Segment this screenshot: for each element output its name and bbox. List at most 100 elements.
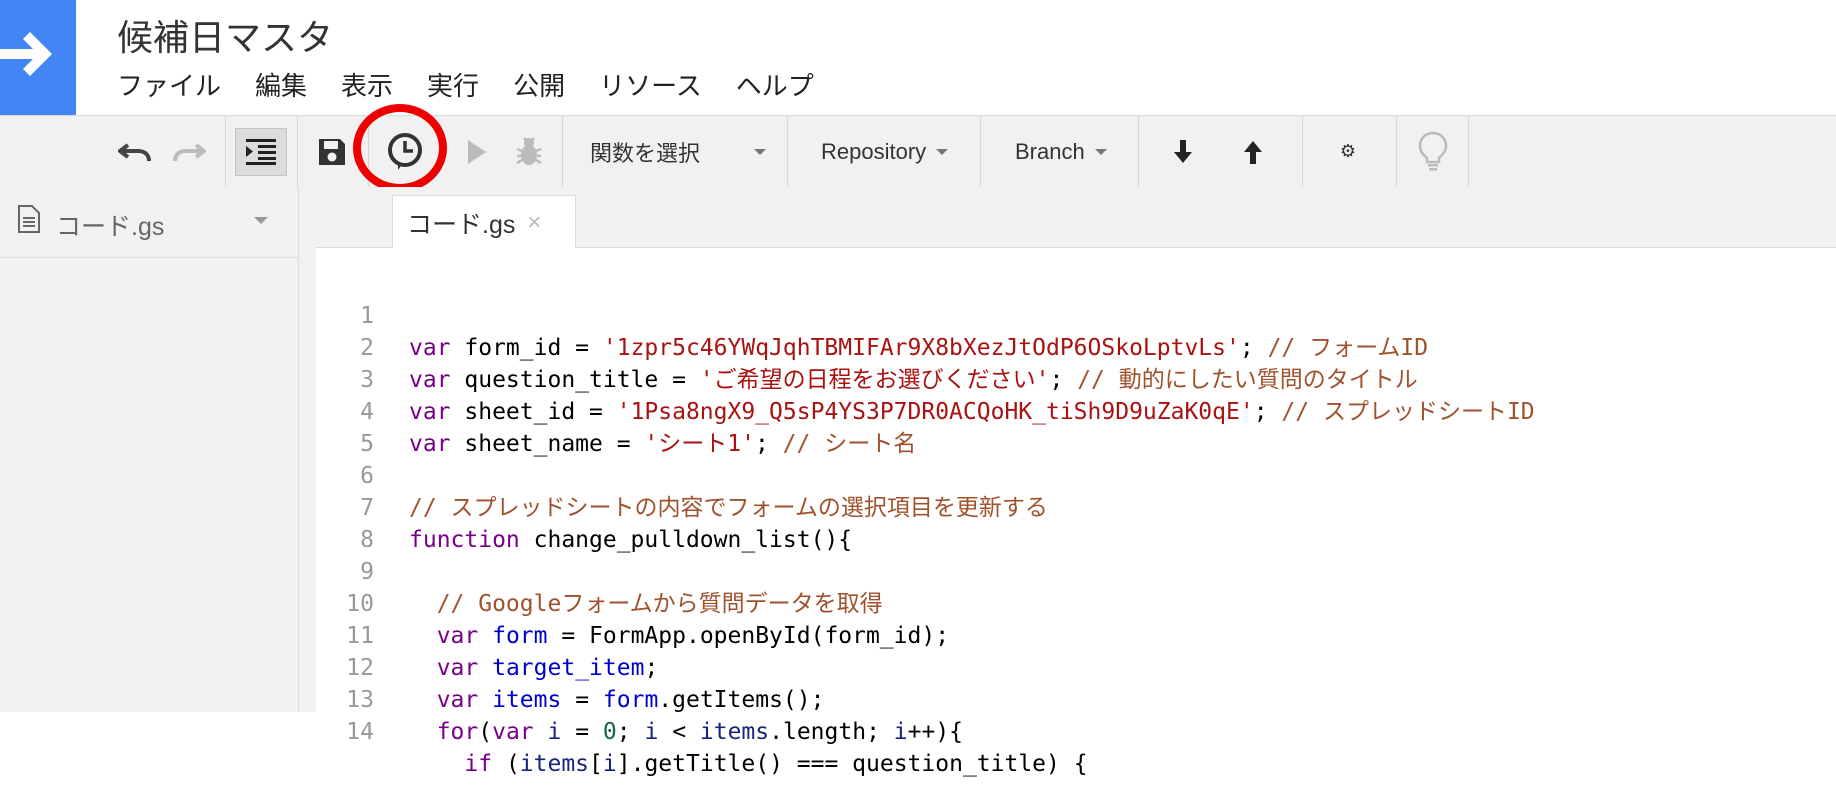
redo-button[interactable]: [164, 116, 214, 187]
branch-label: Branch: [1015, 138, 1085, 164]
code-line: 3 var sheet_id = '1Psa8ngX9_Q5sP4YS3P7DR…: [316, 332, 1836, 425]
number-literal: 0: [602, 719, 617, 745]
toolbar-separator: [225, 116, 226, 187]
settings-button[interactable]: ⚙: [1328, 116, 1368, 187]
variable: i: [893, 719, 908, 745]
redo-icon: [173, 142, 206, 161]
file-sidebar: コード.gs: [0, 187, 299, 712]
save-button[interactable]: [306, 116, 358, 187]
code-line: 11 var target_item;: [316, 588, 1836, 681]
code-editor[interactable]: 1 var form_id = '1zpr5c46YWqJqhTBMIFAr9X…: [316, 248, 1836, 777]
code-line: 14 if (items[i].getTitle() === question_…: [316, 684, 1836, 777]
code-line: 12 var items = form.getItems();: [316, 620, 1836, 713]
undo-button[interactable]: [110, 116, 160, 187]
menu-file[interactable]: ファイル: [117, 66, 221, 106]
code-token: ;: [616, 719, 645, 745]
bug-icon: [516, 136, 542, 165]
code-line: 8: [316, 492, 1836, 553]
debug-button[interactable]: [506, 116, 552, 187]
branch-dropdown[interactable]: Branch: [1015, 116, 1107, 187]
code-line: 9 // Googleフォームから質問データを取得: [316, 524, 1836, 617]
function-select-label: 関数を選択: [590, 140, 701, 166]
menu-edit[interactable]: 編集: [255, 66, 307, 106]
code-token: ].getTitle() === question_title) {: [616, 751, 1088, 777]
line-number: 14: [346, 719, 374, 745]
variable: items: [519, 751, 590, 777]
variable: i: [602, 751, 617, 777]
menu-bar: ファイル 編集 表示 実行 公開 リソース ヘルプ: [117, 66, 848, 106]
push-button[interactable]: [1235, 116, 1271, 187]
arrow-up-icon: [1244, 140, 1262, 164]
tab-code-gs[interactable]: コード.gs ×: [392, 195, 576, 249]
menu-publish[interactable]: 公開: [513, 66, 565, 106]
chevron-down-icon: [936, 148, 949, 155]
toolbar-separator: [562, 116, 563, 187]
code-token: =: [561, 719, 603, 745]
code-line: 6 // スプレッドシートの内容でフォームの選択項目を更新する: [316, 428, 1836, 521]
indent-toggle-pressed: [235, 127, 287, 176]
code-text: for(var i = 0; i < items.length; i++){: [409, 716, 963, 748]
code-line: 2 var question_title = 'ご希望の日程をお選びください';…: [316, 300, 1836, 393]
gear-icon: ⚙: [1339, 141, 1357, 161]
indent-toggle-button[interactable]: [235, 116, 287, 187]
code-token: (: [492, 751, 520, 777]
toolbar-separator: [980, 116, 981, 187]
code-token: .length;: [769, 719, 894, 745]
editor-tab-bar: コード.gs ×: [316, 187, 1836, 249]
toolbar-separator: [1138, 116, 1139, 187]
menu-view[interactable]: 表示: [341, 66, 393, 106]
chevron-down-icon: [754, 148, 766, 155]
lightbulb-icon: [1418, 131, 1448, 170]
menu-resources[interactable]: リソース: [599, 66, 702, 106]
project-title[interactable]: 候補日マスタ: [117, 14, 333, 62]
arrow-right-icon: [0, 32, 52, 76]
menu-help[interactable]: ヘルプ: [736, 66, 814, 106]
menu-run[interactable]: 実行: [427, 66, 479, 106]
toolbar-separator: [1302, 116, 1303, 187]
keyword: for: [436, 719, 479, 745]
code-line: 10 var form = FormApp.openById(form_id);: [316, 556, 1836, 649]
chevron-down-icon: [1094, 148, 1107, 155]
highlight-circle-annotation: [353, 104, 447, 192]
sidebar-file-item[interactable]: コード.gs: [0, 187, 298, 258]
indent-icon: [246, 138, 276, 165]
toolbar-separator: [1468, 116, 1469, 187]
save-icon: [319, 138, 345, 165]
code-text: if (items[i].getTitle() === question_tit…: [409, 748, 1088, 780]
code-line: 1 var form_id = '1zpr5c46YWqJqhTBMIFAr9X…: [316, 268, 1836, 361]
code-line: 4 var sheet_name = 'シート1'; // シート名: [316, 364, 1836, 457]
code-line: 7 function change_pulldown_list(){: [316, 460, 1836, 553]
function-select-dropdown[interactable]: 関数を選択: [590, 116, 766, 187]
pull-button[interactable]: [1165, 116, 1201, 187]
close-icon[interactable]: ×: [527, 209, 541, 237]
play-icon: [468, 139, 486, 164]
tab-label: コード.gs: [407, 210, 516, 239]
apps-script-logo[interactable]: [0, 0, 76, 115]
code-line: 5: [316, 396, 1836, 457]
code-line: 13 for(var i = 0; i < items.length; i++)…: [316, 652, 1836, 745]
undo-icon: [118, 142, 151, 161]
variable: items: [699, 719, 770, 745]
repository-label: Repository: [821, 138, 927, 164]
run-button[interactable]: [454, 116, 500, 187]
keyword: var: [492, 719, 534, 745]
toolbar: 関数を選択 Repository Branch ⚙: [0, 115, 1836, 188]
arrow-down-icon: [1174, 139, 1192, 163]
toolbar-separator: [297, 116, 298, 187]
variable: i: [547, 719, 562, 745]
code-token: ++){: [907, 719, 964, 745]
chevron-down-icon[interactable]: [254, 217, 268, 224]
toolbar-separator: [1396, 116, 1397, 187]
tips-button[interactable]: [1410, 116, 1456, 187]
code-token: <: [658, 719, 700, 745]
sidebar-file-label: コード.gs: [56, 213, 165, 241]
code-token: (: [478, 719, 493, 745]
repository-dropdown[interactable]: Repository: [821, 116, 949, 187]
code-token: [: [589, 751, 603, 777]
document-icon: [18, 205, 40, 233]
toolbar-separator: [787, 116, 788, 187]
sidebar-divider[interactable]: [299, 187, 316, 712]
keyword: if: [464, 751, 493, 777]
